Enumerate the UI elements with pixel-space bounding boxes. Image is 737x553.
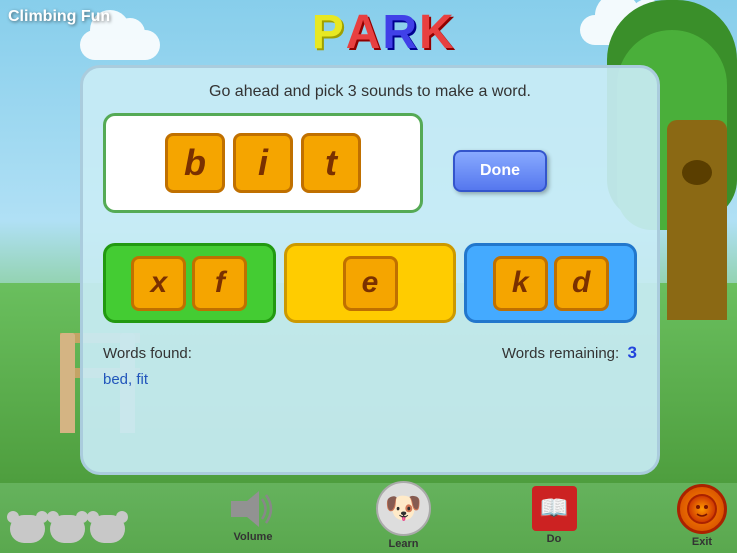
word-display: b i t [103, 113, 423, 213]
words-remaining-count: 3 [628, 343, 637, 362]
exit-label: Exit [692, 536, 712, 548]
park-letter-a: A [346, 5, 381, 60]
sound-tile-d[interactable]: d [554, 256, 609, 311]
sound-group-green[interactable]: x f [103, 243, 276, 323]
park-letter-p: P [312, 5, 344, 60]
done-button[interactable]: Done [453, 150, 547, 192]
volume-icon [231, 489, 276, 529]
sounds-area: x f e k d [103, 243, 637, 323]
sound-tile-e[interactable]: e [343, 256, 398, 311]
words-remaining-area: Words remaining: 3 [502, 343, 637, 363]
stats-row: Words found: Words remaining: 3 [103, 343, 637, 363]
instruction-text: Go ahead and pick 3 sounds to make a wor… [103, 83, 637, 101]
exit-button[interactable]: Exit [677, 484, 727, 548]
word-letter-0[interactable]: b [165, 133, 225, 193]
exit-icon [677, 484, 727, 534]
tree-hole [682, 160, 712, 185]
bottom-toolbar: Volume 🐶 Learn 📖 Do [0, 478, 737, 553]
main-panel: Go ahead and pick 3 sounds to make a wor… [80, 65, 660, 475]
game-title: Climbing Fun [8, 8, 110, 26]
dog-icon: 🐶 [376, 481, 431, 536]
volume-button[interactable]: Volume [231, 489, 276, 543]
park-letter-r: R [382, 5, 417, 60]
words-found-label: Words found: [103, 345, 192, 362]
sound-group-yellow[interactable]: e [284, 243, 457, 323]
book-icon: 📖 [532, 486, 577, 531]
do-button[interactable]: 📖 Do [532, 486, 577, 545]
word-letter-1[interactable]: i [233, 133, 293, 193]
tree-trunk [667, 120, 727, 320]
sound-tile-x[interactable]: x [131, 256, 186, 311]
sound-tile-k[interactable]: k [493, 256, 548, 311]
fence-post-3 [60, 333, 75, 433]
words-remaining-label: Words remaining: [502, 345, 619, 362]
sound-tile-f[interactable]: f [192, 256, 247, 311]
sound-group-blue[interactable]: k d [464, 243, 637, 323]
park-letter-k: K [419, 5, 454, 60]
top-row: b i t Done [103, 113, 637, 228]
word-letter-2[interactable]: t [301, 133, 361, 193]
learn-button[interactable]: 🐶 Learn [376, 481, 431, 550]
words-found-list: bed, fit [103, 371, 637, 388]
volume-label: Volume [234, 531, 273, 543]
do-label: Do [547, 533, 562, 545]
park-logo: P A R K [312, 5, 454, 60]
learn-label: Learn [389, 538, 419, 550]
cloud-left [80, 30, 160, 60]
